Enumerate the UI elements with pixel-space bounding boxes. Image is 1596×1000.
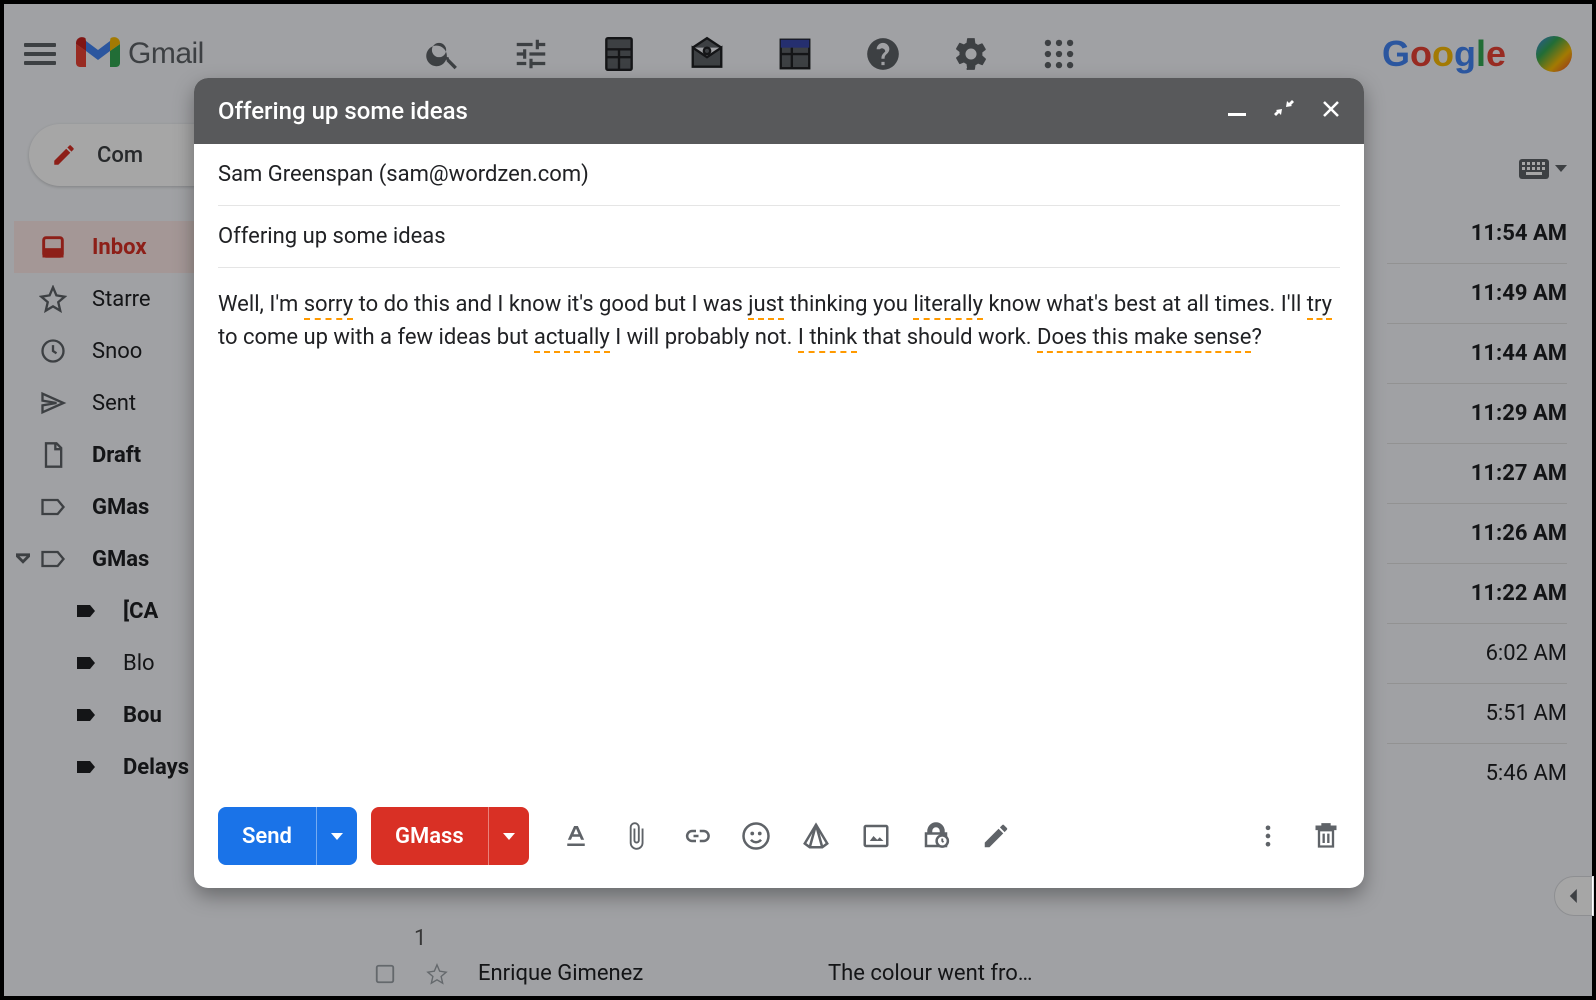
apps-icon[interactable]	[1040, 35, 1078, 73]
spellcheck-word[interactable]: sorry	[304, 292, 353, 320]
gmass-label: GMass	[395, 824, 464, 849]
help-icon[interactable]	[864, 35, 902, 73]
email-body-editor[interactable]: Well, I'm sorry to do this and I know it…	[218, 268, 1340, 798]
sublabel-text: [CA	[123, 599, 158, 624]
email-time[interactable]: 11:49 AM	[1387, 264, 1567, 324]
star-icon	[39, 285, 67, 313]
nav-label: Starre	[92, 287, 151, 312]
gmass-button[interactable]: GMass	[371, 807, 529, 865]
label-icon	[39, 493, 67, 521]
google-wordmark[interactable]: Google	[1382, 33, 1506, 75]
subject-field[interactable]: Offering up some ideas	[218, 206, 1340, 268]
keyboard-icon	[1519, 159, 1549, 179]
spellcheck-word[interactable]: I think	[798, 325, 857, 353]
formatting-icon[interactable]	[561, 821, 591, 851]
gmass-options-dropdown[interactable]	[488, 807, 529, 865]
compose-label: Com	[97, 143, 143, 168]
spellcheck-word[interactable]: actually	[534, 325, 610, 353]
trash-icon[interactable]	[1312, 822, 1340, 850]
subject-value: Offering up some ideas	[218, 224, 446, 249]
compose-footer: Send GMass	[194, 798, 1364, 888]
nav-label: Snoo	[92, 339, 142, 364]
compose-header: Offering up some ideas	[194, 78, 1364, 144]
compose-dialog: Offering up some ideas Sam Greenspan (sa…	[194, 78, 1364, 888]
email-time[interactable]: 5:46 AM	[1387, 744, 1567, 803]
signature-icon[interactable]	[981, 821, 1011, 851]
draft-icon	[39, 441, 67, 469]
gmail-text: Gmail	[128, 37, 204, 71]
filter-icon[interactable]	[512, 35, 550, 73]
label-icon	[74, 703, 98, 727]
side-panel-toggle[interactable]	[1554, 876, 1594, 916]
minimize-button[interactable]	[1228, 99, 1246, 124]
envelope-at-icon[interactable]	[688, 35, 726, 73]
fullscreen-exit-button[interactable]	[1274, 98, 1294, 124]
close-button[interactable]	[1322, 99, 1340, 124]
account-avatar[interactable]	[1536, 36, 1572, 72]
label-icon	[74, 755, 98, 779]
input-tools[interactable]	[1387, 159, 1567, 179]
compose-title: Offering up some ideas	[218, 97, 1228, 125]
gmail-m-icon	[76, 37, 120, 71]
nav-label: GMas	[92, 547, 149, 572]
spellcheck-word[interactable]: try	[1307, 292, 1332, 320]
email-subject: The colour went fro…	[828, 961, 1033, 986]
dropdown-icon	[1555, 165, 1567, 173]
drive-icon[interactable]	[801, 821, 831, 851]
star-icon[interactable]	[426, 963, 448, 985]
checkbox-icon[interactable]	[374, 963, 396, 985]
menu-icon[interactable]	[24, 38, 56, 70]
search-icon[interactable]	[424, 35, 462, 73]
sheets-icon[interactable]	[600, 35, 638, 73]
label-icon	[39, 545, 67, 573]
settings-icon[interactable]	[952, 35, 990, 73]
send-icon	[39, 389, 67, 417]
email-row-visible[interactable]: Enrique Gimenez The colour went fro…	[374, 961, 1412, 986]
nav-label: GMas	[92, 495, 149, 520]
email-time[interactable]: 11:22 AM	[1387, 564, 1567, 624]
email-time[interactable]: 11:26 AM	[1387, 504, 1567, 564]
label-icon	[74, 651, 98, 675]
inbox-icon	[39, 233, 67, 261]
gmail-logo[interactable]: Gmail	[76, 37, 204, 71]
right-column: 11:54 AM 11:49 AM 11:44 AM 11:29 AM 11:2…	[1387, 159, 1567, 803]
send-label: Send	[242, 824, 292, 849]
nav-label: Sent	[92, 391, 136, 416]
clock-icon	[39, 337, 67, 365]
emoji-icon[interactable]	[741, 821, 771, 851]
nav-label: Draft	[92, 443, 141, 468]
spellcheck-word[interactable]: just	[748, 292, 784, 320]
reports-icon[interactable]	[776, 35, 814, 73]
chevron-left-icon	[1567, 889, 1581, 903]
to-value: Sam Greenspan (sam@wordzen.com)	[218, 162, 589, 187]
send-button[interactable]: Send	[218, 807, 357, 865]
sublabel-text: Delays	[123, 755, 189, 780]
chevron-down-icon	[16, 545, 30, 573]
email-time[interactable]: 6:02 AM	[1387, 624, 1567, 684]
image-icon[interactable]	[861, 821, 891, 851]
email-time[interactable]: 11:27 AM	[1387, 444, 1567, 504]
confidential-icon[interactable]	[921, 821, 951, 851]
label-icon	[74, 599, 98, 623]
email-time[interactable]: 5:51 AM	[1387, 684, 1567, 744]
pencil-icon	[51, 142, 77, 168]
delays-count: 1	[414, 926, 426, 951]
email-time[interactable]: 11:29 AM	[1387, 384, 1567, 444]
send-options-dropdown[interactable]	[316, 807, 357, 865]
spellcheck-word[interactable]: Does this make sense	[1037, 325, 1251, 353]
sublabel-text: Bou	[123, 703, 162, 728]
email-time[interactable]: 11:54 AM	[1387, 204, 1567, 264]
email-time[interactable]: 11:44 AM	[1387, 324, 1567, 384]
sublabel-text: Blo	[123, 651, 155, 676]
spellcheck-word[interactable]: literally	[913, 292, 983, 320]
email-sender: Enrique Gimenez	[478, 961, 798, 986]
nav-label: Inbox	[92, 235, 147, 260]
link-icon[interactable]	[681, 821, 711, 851]
to-field[interactable]: Sam Greenspan (sam@wordzen.com)	[218, 144, 1340, 206]
more-options-icon[interactable]	[1254, 822, 1282, 850]
attach-icon[interactable]	[621, 821, 651, 851]
